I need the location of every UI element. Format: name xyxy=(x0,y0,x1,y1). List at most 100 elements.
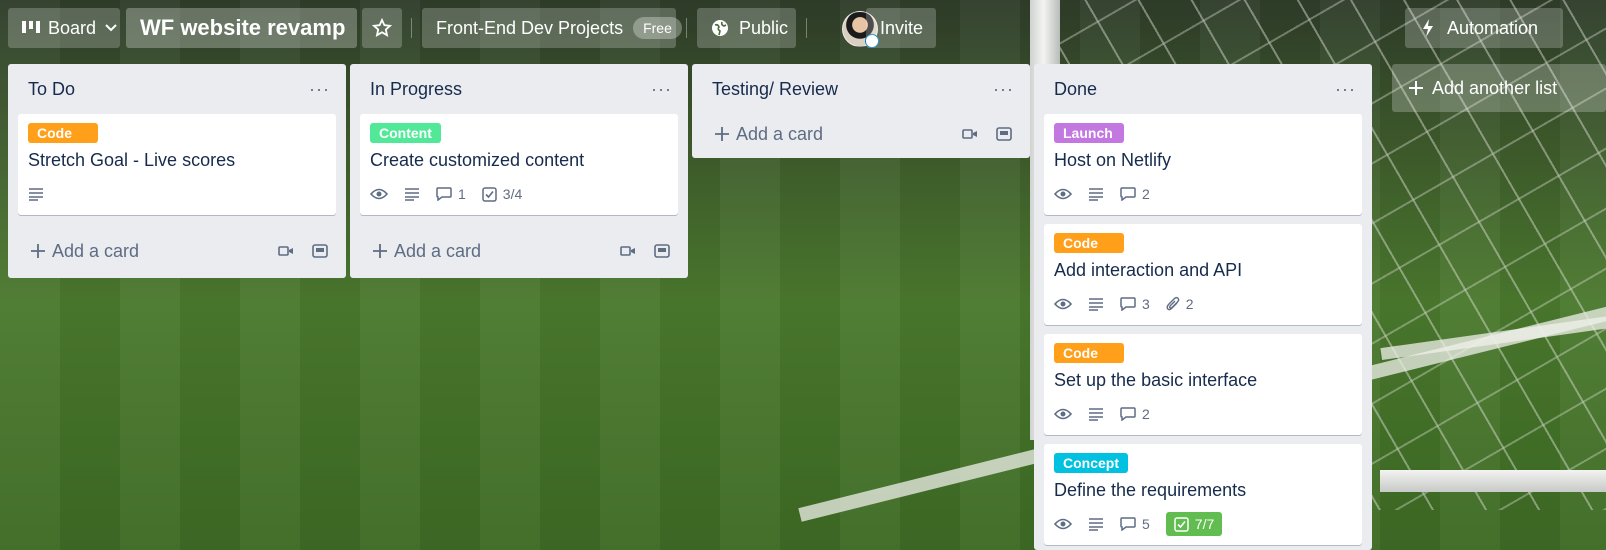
add-card-button[interactable]: Add a card xyxy=(372,241,481,262)
plus-icon xyxy=(31,244,45,258)
star-button[interactable] xyxy=(362,8,402,48)
list-in-progress: In Progress ··· Content Create customize… xyxy=(350,64,688,278)
list-title[interactable]: Done xyxy=(1054,79,1097,100)
card[interactable]: Code Add interaction and API 3 2 xyxy=(1044,224,1362,325)
comments-badge: 2 xyxy=(1120,186,1150,202)
card[interactable]: Code Set up the basic interface 2 xyxy=(1044,334,1362,435)
board-view-switcher[interactable]: Board xyxy=(8,8,120,48)
watch-badge xyxy=(1054,408,1072,420)
list-title[interactable]: Testing/ Review xyxy=(712,79,838,100)
add-list-button[interactable]: Add another list xyxy=(1392,64,1606,112)
list-header: Testing/ Review ··· xyxy=(702,64,1020,114)
comments-count: 3 xyxy=(1142,296,1150,312)
card-badges: 1 3/4 xyxy=(370,179,668,209)
list-menu-icon[interactable]: ··· xyxy=(1335,79,1356,100)
header-separator xyxy=(411,18,412,38)
invite-button[interactable]: Invite xyxy=(866,8,936,48)
eye-icon xyxy=(370,188,388,200)
checklist-complete-badge: 7/7 xyxy=(1165,512,1223,536)
comments-badge: 2 xyxy=(1120,406,1150,422)
automation-label: Automation xyxy=(1447,17,1539,38)
checklist-icon xyxy=(1174,516,1189,532)
visibility-button[interactable]: Public xyxy=(697,8,796,48)
description-icon xyxy=(1089,298,1103,311)
comments-badge: 1 xyxy=(436,186,466,202)
list-title[interactable]: To Do xyxy=(28,79,75,100)
attachments-badge: 2 xyxy=(1166,296,1194,312)
description-badge xyxy=(28,187,44,201)
description-icon xyxy=(405,188,419,201)
workspace-name: Front-End Dev Projects xyxy=(436,17,624,38)
list-menu-icon[interactable]: ··· xyxy=(309,79,330,100)
watch-badge xyxy=(1054,518,1072,530)
comments-count: 2 xyxy=(1142,406,1150,422)
comment-icon xyxy=(1120,407,1136,421)
card[interactable]: Content Create customized content 1 3/4 xyxy=(360,114,678,215)
card-template-icon[interactable] xyxy=(996,126,1012,142)
board-header: Board WF website revamp Front-End Dev Pr… xyxy=(0,0,1606,56)
list-done: Done ··· Launch Host on Netlify 2 Code A… xyxy=(1034,64,1372,550)
comment-icon xyxy=(1120,517,1136,531)
description-badge xyxy=(1088,187,1104,201)
comment-icon xyxy=(1120,187,1136,201)
video-icon[interactable] xyxy=(962,128,978,140)
background-goal-bar xyxy=(1380,470,1606,492)
board-view-label: Board xyxy=(48,17,97,38)
video-icon[interactable] xyxy=(620,245,636,257)
comments-count: 5 xyxy=(1142,516,1150,532)
add-card-row: Add a card xyxy=(18,224,336,278)
board-icon xyxy=(22,21,40,33)
card-badges: 2 xyxy=(1054,179,1352,209)
card-template-icon[interactable] xyxy=(654,243,670,259)
add-list-label: Add another list xyxy=(1432,77,1558,98)
board-title-text: WF website revamp xyxy=(140,15,346,40)
list-title[interactable]: In Progress xyxy=(370,79,462,100)
video-icon[interactable] xyxy=(278,245,294,257)
card-badges: 2 xyxy=(1054,399,1352,429)
card[interactable]: Launch Host on Netlify 2 xyxy=(1044,114,1362,215)
card-label[interactable]: Content xyxy=(370,123,441,143)
chevron-down-icon xyxy=(105,24,117,32)
list-testing-review: Testing/ Review ··· Add a card xyxy=(692,64,1030,158)
plus-icon xyxy=(715,127,729,141)
card-title: Create customized content xyxy=(370,150,585,170)
list-menu-icon[interactable]: ··· xyxy=(651,79,672,100)
attachments-count: 2 xyxy=(1185,296,1194,312)
eye-icon xyxy=(1054,188,1072,200)
card-label[interactable]: Code xyxy=(1054,343,1124,363)
card-badges: 5 7/7 xyxy=(1054,509,1352,539)
workspace-plan-badge: Free xyxy=(633,17,682,39)
card-label[interactable]: Launch xyxy=(1054,123,1124,143)
description-badge xyxy=(1088,517,1104,531)
comments-count: 1 xyxy=(458,186,466,202)
automation-button[interactable]: Automation xyxy=(1405,8,1563,48)
card[interactable]: Code Stretch Goal - Live scores xyxy=(18,114,336,215)
add-card-label: Add a card xyxy=(394,240,482,261)
workspace-button[interactable]: Front-End Dev Projects Free xyxy=(422,8,682,48)
plus-icon xyxy=(1409,81,1423,95)
invite-label: Invite xyxy=(880,17,924,38)
description-badge xyxy=(1088,297,1104,311)
eye-icon xyxy=(1054,298,1072,310)
description-icon xyxy=(1089,188,1103,201)
checklist-count: 7/7 xyxy=(1194,516,1215,532)
add-card-label: Add a card xyxy=(52,240,140,261)
card-label[interactable]: Code xyxy=(1054,233,1124,253)
card-title: Define the requirements xyxy=(1054,480,1247,500)
list-header: Done ··· xyxy=(1044,64,1362,114)
card-label[interactable]: Concept xyxy=(1054,453,1128,473)
card[interactable]: Concept Define the requirements 5 7/7 xyxy=(1044,444,1362,545)
add-card-button[interactable]: Add a card xyxy=(30,241,139,262)
card-label[interactable]: Code xyxy=(28,123,98,143)
checklist-count: 3/4 xyxy=(502,186,523,202)
card-template-icon[interactable] xyxy=(312,243,328,259)
list-menu-icon[interactable]: ··· xyxy=(993,79,1014,100)
list-header: To Do ··· xyxy=(18,64,336,114)
watch-badge xyxy=(1054,298,1072,310)
add-card-row: Add a card xyxy=(360,224,678,278)
add-card-button[interactable]: Add a card xyxy=(714,124,823,145)
board-title[interactable]: WF website revamp xyxy=(126,8,357,48)
description-badge xyxy=(404,187,420,201)
description-icon xyxy=(1089,408,1103,421)
watch-badge xyxy=(370,188,388,200)
